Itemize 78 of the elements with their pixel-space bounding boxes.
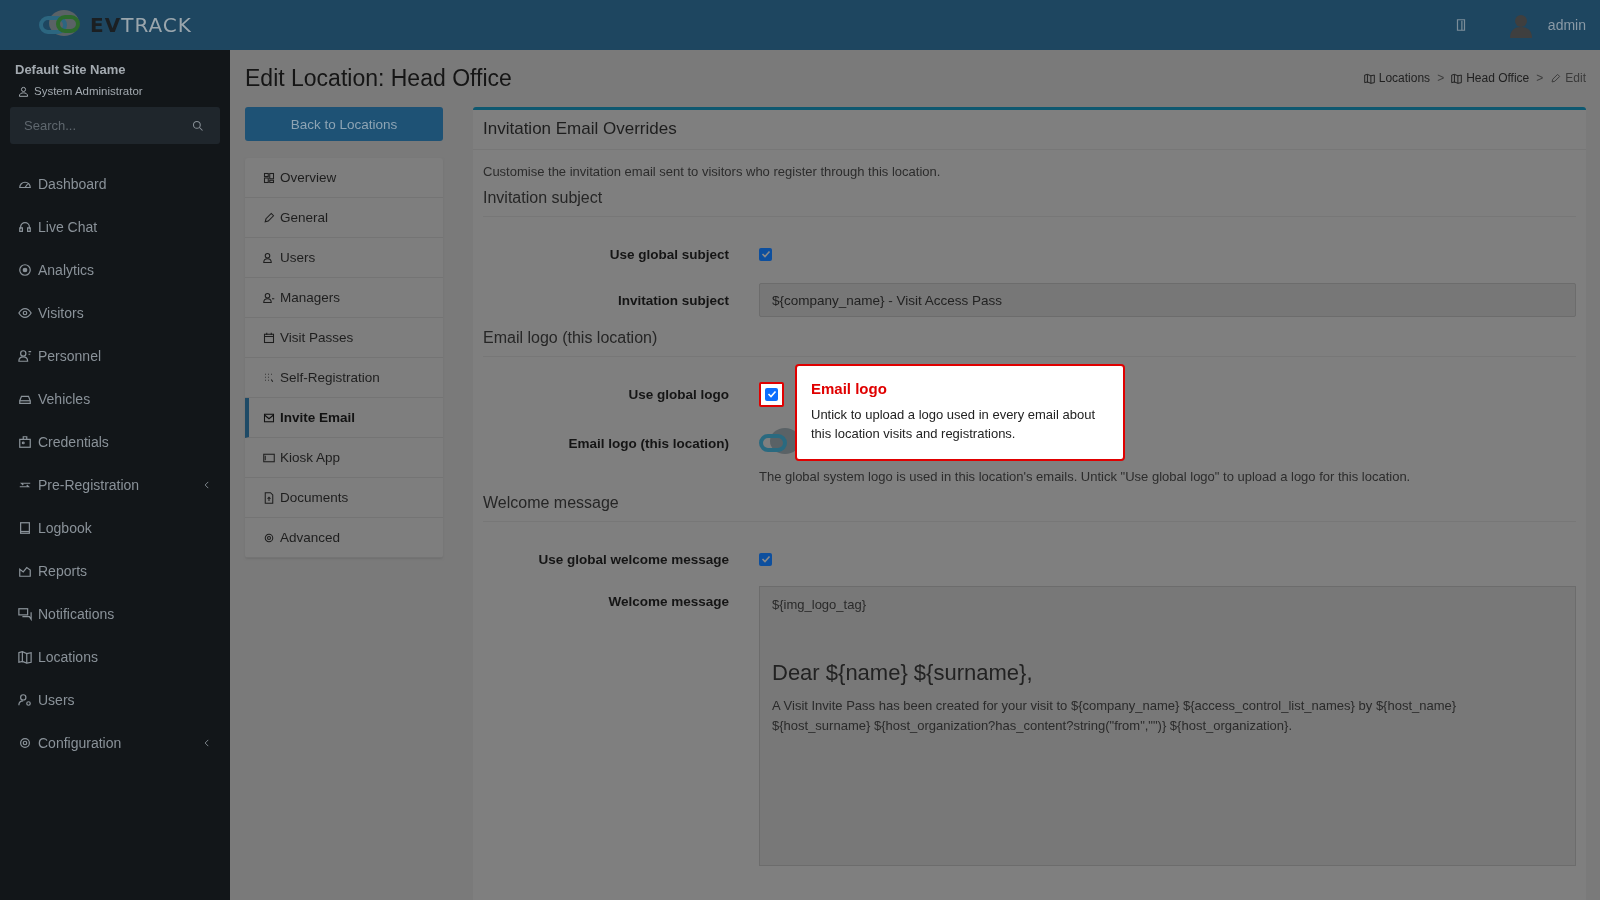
sidebar-item[interactable]: Visitors: [10, 291, 220, 334]
popover-text: Untick to upload a logo used in every email about this location visits and registrations.: [811, 405, 1096, 443]
checkbox[interactable]: [765, 387, 778, 401]
users-icon: [18, 692, 32, 707]
envelope-icon: [263, 411, 275, 424]
sidebar-item[interactable]: Notifications: [10, 592, 220, 635]
breadcrumb-separator: >: [1437, 71, 1445, 85]
breadcrumb-link[interactable]: Head Office: [1451, 71, 1530, 85]
sidebar-item[interactable]: Pre-Registration: [10, 463, 220, 506]
sidebar-item[interactable]: Live Chat: [10, 205, 220, 248]
text-area[interactable]: ${img_logo_tag} Dear ${name} ${surname}, A Visit Invite Pass has been created for your visit to ${company_name} ${access_control_list_names} by ${host_name} ${host_surname} ${host_organization?has_content?string("from","")} ${host_organization}.: [759, 586, 1576, 866]
breadcrumb-link[interactable]: Locations: [1363, 71, 1431, 85]
sidebar-item[interactable]: Users: [10, 678, 220, 721]
field-label: Welcome message: [607, 594, 729, 609]
page-title: Edit Location: Head Office: [245, 64, 513, 92]
grid-icon: [263, 171, 275, 184]
pencil-icon: [263, 211, 275, 224]
sidebar-item[interactable]: Credentials: [10, 420, 220, 463]
book-icon: [18, 520, 32, 535]
text-field[interactable]: ${company_name} - Visit Access Pass: [759, 283, 1576, 317]
person-icon: [18, 348, 32, 363]
field-label: Use global welcome message: [537, 551, 729, 567]
checkbox[interactable]: [759, 552, 772, 566]
field-label: Email logo (this location): [567, 435, 729, 451]
sidebar-item[interactable]: Configuration: [10, 721, 220, 764]
eye-icon: [18, 305, 32, 320]
section-tab[interactable]: Users: [245, 238, 443, 278]
sidebar-item[interactable]: Dashboard: [10, 162, 220, 205]
user-name[interactable]: admin: [1547, 17, 1586, 33]
users-icon: [263, 291, 275, 304]
target-icon: [18, 262, 32, 277]
section-heading: Welcome message: [483, 494, 1576, 522]
section-tab[interactable]: Visit Passes: [245, 318, 443, 358]
field-label: Use global subject: [608, 246, 729, 262]
dots-icon: [263, 371, 275, 384]
site-name: Default Site Name: [15, 62, 126, 77]
back-button[interactable]: Back to Locations: [245, 107, 443, 141]
section-tab[interactable]: Kiosk App: [245, 438, 443, 478]
map-icon: [18, 649, 32, 664]
section-tab[interactable]: Invite Email: [245, 398, 443, 438]
document-icon: [263, 491, 275, 504]
sidebar-item[interactable]: Logbook: [10, 506, 220, 549]
logo-text: EVTRACK: [90, 13, 192, 37]
section-tab[interactable]: Documents: [245, 478, 443, 518]
user-icon: [18, 85, 29, 97]
help-text: The global system logo is used in this location's emails. Untick "Use global logo" to upload a logo for this location.: [759, 469, 1412, 484]
sidebar-item[interactable]: Reports: [10, 549, 220, 592]
section-tab[interactable]: Self-Registration: [245, 358, 443, 398]
breadcrumb-link[interactable]: Edit: [1550, 71, 1586, 85]
map-icon: [1451, 72, 1463, 84]
checkbox[interactable]: [759, 247, 772, 261]
section-tab[interactable]: Overview: [245, 158, 443, 198]
id-card-icon: [18, 434, 32, 449]
headset-icon: [18, 219, 32, 234]
field-label: Invitation subject: [617, 292, 729, 308]
section-heading: Invitation subject: [483, 189, 1576, 217]
map-icon: [1363, 72, 1375, 84]
calendar-icon: [263, 331, 275, 344]
tablet-icon: [263, 451, 275, 464]
card-title: Invitation Email Overrides: [473, 110, 1586, 150]
users-icon: [263, 251, 275, 264]
sidebar-item[interactable]: Personnel: [10, 334, 220, 377]
field-label: Use global logo: [627, 386, 729, 402]
sidebar-item[interactable]: Vehicles: [10, 377, 220, 420]
card-description: Customise the invitation email sent to visitors who register through this location.: [483, 164, 942, 179]
popover-title: Email logo: [811, 379, 888, 397]
section-tab[interactable]: Managers: [245, 278, 443, 318]
section-tab[interactable]: General: [245, 198, 443, 238]
sidebar-item[interactable]: Locations: [10, 635, 220, 678]
search-icon: [192, 120, 204, 132]
user-role: System Administrator: [34, 85, 143, 97]
sidebar-item[interactable]: Analytics: [10, 248, 220, 291]
breadcrumb-separator: >: [1536, 71, 1544, 85]
search-field[interactable]: Search...: [10, 107, 220, 144]
chat-icon: [18, 606, 32, 621]
section-heading: Email logo (this location): [483, 329, 1576, 357]
pencil-icon: [1550, 72, 1562, 84]
section-tab[interactable]: Advanced: [245, 518, 443, 558]
